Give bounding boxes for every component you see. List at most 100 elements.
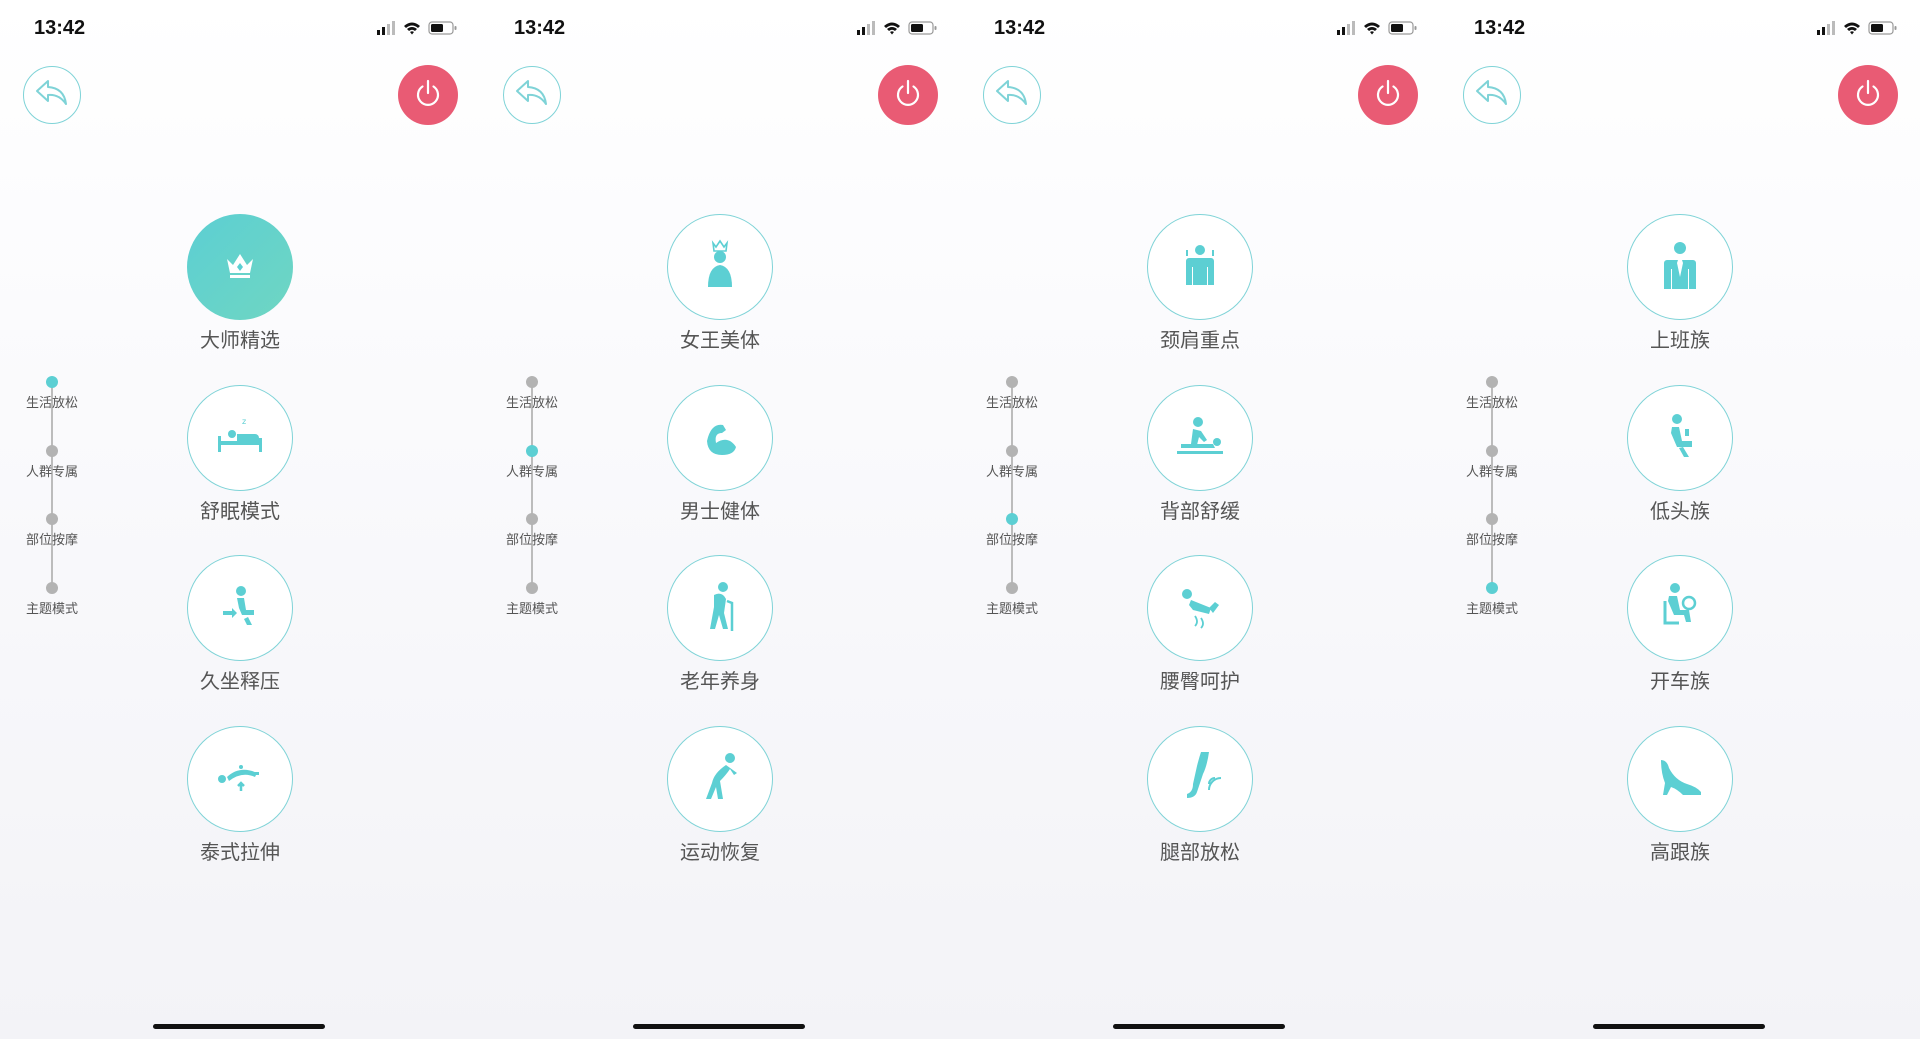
category-label[interactable]: 生活放松 xyxy=(1450,392,1534,411)
mode-option[interactable]: 老年养身 xyxy=(650,555,790,695)
category-dot[interactable] xyxy=(1486,376,1498,388)
category-dot[interactable] xyxy=(1486,581,1498,594)
category-dot[interactable] xyxy=(46,444,58,457)
back-button[interactable] xyxy=(503,66,561,124)
category-label[interactable]: 部位按摩 xyxy=(1450,529,1534,548)
back-button[interactable] xyxy=(1463,66,1521,124)
category-label[interactable]: 人群专属 xyxy=(490,461,574,480)
battery-icon xyxy=(1388,21,1417,35)
mode-button[interactable] xyxy=(1147,725,1253,832)
mode-option[interactable]: 运动恢复 xyxy=(650,725,790,866)
mode-option[interactable]: 大师精选 xyxy=(170,214,310,354)
mode-option[interactable]: 颈肩重点 xyxy=(1130,214,1270,354)
mode-button[interactable] xyxy=(1147,384,1253,491)
app-screen: 13:42 生活放松 人群专属 部位按摩 主题模式 上班族 低头族 开车族 高跟族 xyxy=(1440,0,1920,1039)
category-dot[interactable] xyxy=(1006,376,1018,388)
app-screen: 13:42 生活放松人群专属部位按摩主题模式 颈肩重点背部舒缓腰臀呵护腿部放松 xyxy=(960,0,1440,1039)
category-label[interactable]: 主题模式 xyxy=(490,598,574,617)
power-button[interactable] xyxy=(1358,65,1418,125)
power-icon xyxy=(1373,78,1403,112)
mode-button[interactable] xyxy=(667,384,773,491)
mode-option[interactable]: 背部舒缓 xyxy=(1130,384,1270,525)
mode-label: 腰臀呵护 xyxy=(1160,669,1240,693)
category-dot[interactable] xyxy=(46,581,58,594)
mode-button[interactable] xyxy=(1627,214,1733,320)
category-dot[interactable] xyxy=(526,581,538,594)
sitting-person-icon xyxy=(215,581,265,635)
mode-option[interactable]: 腿部放松 xyxy=(1130,725,1270,866)
mode-button[interactable] xyxy=(187,555,293,661)
category-label[interactable]: 生活放松 xyxy=(970,392,1054,411)
mode-label: 女王美体 xyxy=(680,328,760,352)
mode-option[interactable]: 低头族 xyxy=(1610,384,1750,525)
category-timeline-line xyxy=(531,382,533,588)
mode-option[interactable]: 开车族 xyxy=(1610,555,1750,695)
power-button[interactable] xyxy=(878,65,938,125)
cellular-signal-icon xyxy=(857,21,875,35)
mode-button[interactable] xyxy=(1627,384,1733,491)
mode-button[interactable] xyxy=(1627,555,1733,661)
power-button[interactable] xyxy=(1838,65,1898,125)
elderly-cane-icon xyxy=(697,577,743,639)
mode-button[interactable] xyxy=(667,214,773,320)
category-dot[interactable] xyxy=(526,444,538,457)
category-dot[interactable] xyxy=(526,513,538,525)
waist-hip-icon xyxy=(1173,580,1227,636)
mode-button[interactable] xyxy=(667,725,773,832)
category-label[interactable]: 主题模式 xyxy=(970,598,1054,617)
category-label[interactable]: 生活放松 xyxy=(10,392,94,411)
mode-option[interactable]: 女王美体 xyxy=(650,214,790,354)
battery-icon xyxy=(428,21,457,35)
app-screen: 13:42 生活放松 人群专属 部位按摩 主题模式 大师精选 z 舒眠模式 久坐释压 泰式拉伸 xyxy=(0,0,480,1039)
category-label[interactable]: 部位按摩 xyxy=(490,529,574,548)
category-label[interactable]: 生活放松 xyxy=(490,392,574,411)
mode-option[interactable]: 泰式拉伸 xyxy=(170,725,310,866)
mode-option[interactable]: 高跟族 xyxy=(1610,725,1750,866)
category-dot[interactable] xyxy=(1486,444,1498,457)
mode-button[interactable]: z xyxy=(187,384,293,491)
category-timeline-line xyxy=(1011,382,1013,588)
mode-option[interactable]: 男士健体 xyxy=(650,384,790,525)
back-button[interactable] xyxy=(23,66,81,124)
mode-option[interactable]: 腰臀呵护 xyxy=(1130,555,1270,695)
category-dot[interactable] xyxy=(46,513,58,525)
home-indicator[interactable] xyxy=(633,1024,805,1029)
category-dot[interactable] xyxy=(46,376,58,388)
category-label[interactable]: 人群专属 xyxy=(970,461,1054,480)
wifi-icon xyxy=(1364,22,1380,35)
mode-option[interactable]: 上班族 xyxy=(1610,214,1750,354)
home-indicator[interactable] xyxy=(153,1024,325,1029)
category-label[interactable]: 部位按摩 xyxy=(10,529,94,548)
back-arrow-icon xyxy=(515,79,549,111)
mode-option[interactable]: z 舒眠模式 xyxy=(170,384,310,525)
category-dot[interactable] xyxy=(1006,444,1018,457)
home-indicator[interactable] xyxy=(1113,1024,1285,1029)
mode-button[interactable] xyxy=(1147,214,1253,320)
mode-label: 开车族 xyxy=(1650,669,1710,693)
mode-label: 运动恢复 xyxy=(680,839,760,864)
category-label[interactable]: 人群专属 xyxy=(10,461,94,480)
category-dot[interactable] xyxy=(1486,513,1498,525)
category-dot[interactable] xyxy=(526,376,538,388)
high-heel-icon xyxy=(1653,754,1707,804)
category-dot[interactable] xyxy=(1006,581,1018,594)
mode-button[interactable] xyxy=(667,555,773,661)
category-label[interactable]: 主题模式 xyxy=(10,598,94,617)
mode-option[interactable]: 久坐释压 xyxy=(170,555,310,695)
mode-button[interactable] xyxy=(187,725,293,832)
category-dot[interactable] xyxy=(1006,513,1018,525)
sleeping-bed-icon: z xyxy=(212,414,268,462)
status-time: 13:42 xyxy=(994,17,1046,39)
back-arrow-icon xyxy=(995,79,1029,111)
category-label[interactable]: 人群专属 xyxy=(1450,461,1534,480)
category-label[interactable]: 主题模式 xyxy=(1450,598,1534,617)
mode-label: 男士健体 xyxy=(680,498,760,523)
back-button[interactable] xyxy=(983,66,1041,124)
back-arrow-icon xyxy=(35,79,69,111)
mode-button[interactable] xyxy=(1627,725,1733,832)
mode-button[interactable] xyxy=(1147,555,1253,661)
category-label[interactable]: 部位按摩 xyxy=(970,529,1054,548)
home-indicator[interactable] xyxy=(1593,1024,1765,1029)
power-button[interactable] xyxy=(398,65,458,125)
mode-button[interactable] xyxy=(187,214,293,320)
